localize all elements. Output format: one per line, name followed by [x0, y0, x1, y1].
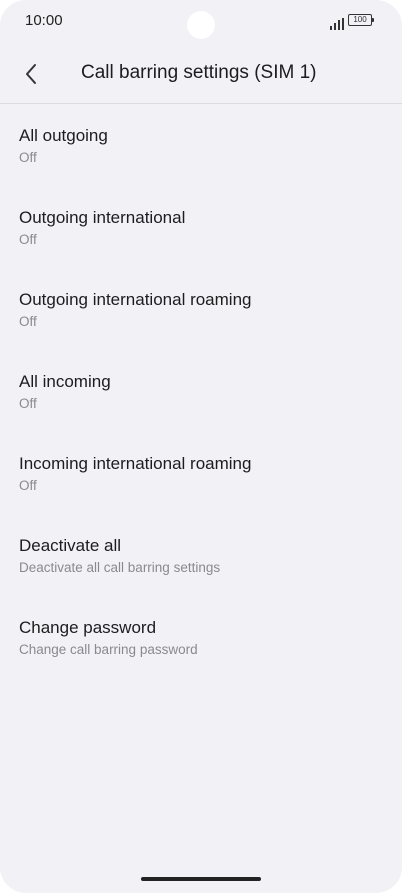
setting-title: Deactivate all [19, 536, 122, 555]
setting-outgoing-international[interactable]: Outgoing international Off [0, 187, 402, 265]
setting-deactivate-all[interactable]: Deactivate all Deactivate all call barri… [0, 515, 402, 593]
signal-icon [330, 17, 344, 30]
status-bar: 10:00 100 [0, 0, 402, 46]
setting-title: All outgoing [19, 126, 108, 145]
camera-cutout [187, 11, 215, 39]
setting-title: Incoming international roaming [19, 454, 252, 473]
status-time: 10:00 [25, 12, 63, 29]
setting-subtitle: Off [19, 232, 37, 247]
phone-screen: 10:00 100 Call barring settings (SIM 1) … [0, 0, 402, 893]
setting-all-outgoing[interactable]: All outgoing Off [0, 105, 402, 183]
setting-all-incoming[interactable]: All incoming Off [0, 351, 402, 429]
setting-outgoing-international-roaming[interactable]: Outgoing international roaming Off [0, 269, 402, 347]
setting-change-password[interactable]: Change password Change call barring pass… [0, 597, 402, 675]
setting-subtitle: Deactivate all call barring settings [19, 560, 221, 575]
home-indicator[interactable] [141, 877, 261, 881]
setting-title: All incoming [19, 372, 111, 391]
setting-subtitle: Off [19, 150, 37, 165]
setting-subtitle: Off [19, 396, 37, 411]
app-header: Call barring settings (SIM 1) [0, 46, 402, 104]
setting-subtitle: Change call barring password [19, 642, 198, 657]
page-title: Call barring settings (SIM 1) [81, 62, 317, 83]
battery-tip [372, 18, 374, 22]
battery-level: 100 [348, 14, 372, 26]
setting-incoming-international-roaming[interactable]: Incoming international roaming Off [0, 433, 402, 511]
chevron-left-icon [26, 64, 36, 84]
setting-subtitle: Off [19, 478, 37, 493]
setting-title: Outgoing international [19, 208, 186, 227]
setting-title: Change password [19, 618, 157, 637]
setting-subtitle: Off [19, 314, 37, 329]
setting-title: Outgoing international roaming [19, 290, 252, 309]
battery-icon: 100 [348, 14, 376, 28]
back-button[interactable] [14, 56, 50, 92]
